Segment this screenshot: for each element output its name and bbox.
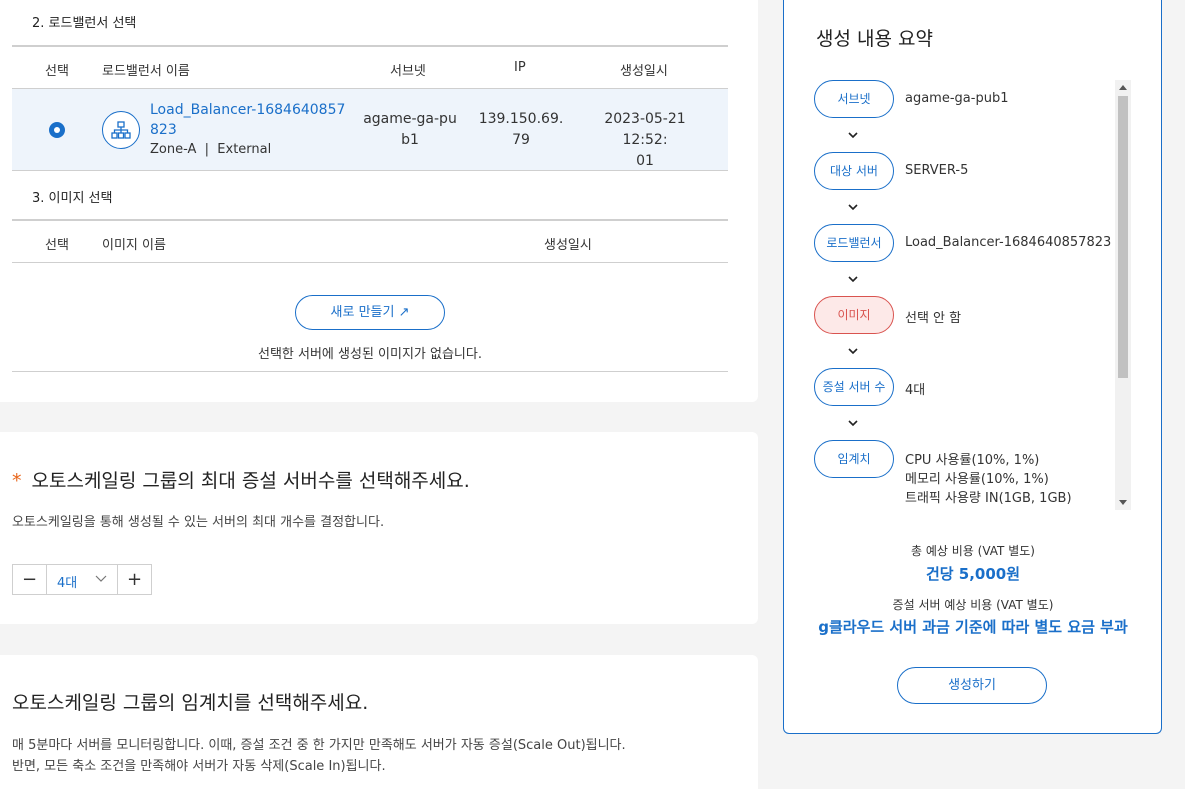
threshold-panel: 오토스케일링 그룹의 임계치를 선택해주세요. 매 5분마다 서버를 모니터링합… — [0, 655, 758, 789]
summary-list: 서브넷 agame-ga-pub1 대상 서버 SERVER-5 로드밸런서 L… — [814, 80, 1131, 510]
threshold-title: 오토스케일링 그룹의 임계치를 선택해주세요. — [12, 692, 369, 714]
header-image-name: 이미지 이름 — [102, 238, 166, 253]
summary-label-lb: 로드밸런서 — [814, 224, 894, 262]
summary-title: 생성 내용 요약 — [816, 28, 933, 50]
summary-label-subnet: 서브넷 — [814, 80, 894, 118]
image-table: 선택 이미지 이름 생성일시 — [12, 219, 728, 263]
header-select: 선택 — [45, 238, 69, 253]
scrollbar-thumb[interactable] — [1118, 96, 1128, 378]
server-count-stepper: − 4대 + — [12, 564, 152, 595]
summary-value-server: SERVER-5 — [905, 163, 969, 178]
create-image-button[interactable]: 새로 만들기 ↗ — [295, 295, 445, 330]
load-balancer-icon — [102, 111, 140, 149]
lb-zone-type: Zone-A | External — [150, 142, 272, 157]
header-created: 생성일시 — [544, 238, 592, 253]
header-ip: IP — [514, 60, 526, 75]
header-created: 생성일시 — [620, 64, 668, 79]
header-select: 선택 — [45, 64, 69, 79]
header-subnet: 서브넷 — [390, 64, 426, 79]
chevron-down-icon — [848, 132, 858, 139]
summary-label-threshold: 임계치 — [814, 440, 894, 478]
summary-value-count: 4대 — [905, 383, 926, 398]
max-server-panel: * 오토스케일링 그룹의 최대 증설 서버수를 선택해주세요. 오토스케일링을 통… — [0, 432, 758, 624]
summary-value-subnet: agame-ga-pub1 — [905, 91, 1009, 106]
section-title-load-balancer: 2. 로드밸런서 선택 — [32, 16, 137, 31]
max-server-title: * 오토스케일링 그룹의 최대 증설 서버수를 선택해주세요. — [12, 470, 470, 492]
selection-panel: 2. 로드밸런서 선택 선택 로드밸런서 이름 서브넷 IP 생성일시 Load… — [0, 0, 758, 402]
table-header: 선택 이미지 이름 생성일시 — [12, 219, 728, 263]
summary-value-lb: Load_Balancer-1684640857823 — [905, 235, 1112, 250]
summary-scrollbar[interactable] — [1115, 80, 1131, 510]
required-mark: * — [12, 470, 22, 492]
extra-cost-label: 증설 서버 예상 비용 (VAT 별도) — [892, 598, 1054, 612]
scroll-down-icon[interactable] — [1119, 500, 1127, 505]
table-header: 선택 로드밸런서 이름 서브넷 IP 생성일시 — [12, 45, 728, 89]
summary-value-threshold: CPU 사용률(10%, 1%) 메모리 사용률(10%, 1%) 트래픽 사용… — [905, 453, 1072, 506]
decrement-button[interactable]: − — [13, 565, 47, 594]
increment-button[interactable]: + — [117, 565, 151, 594]
threshold-description: 매 5분마다 서버를 모니터링합니다. 이때, 증설 조건 중 한 가지만 만족… — [12, 738, 626, 774]
created-cell: 2023-05-21 12:52: 01 — [604, 111, 686, 169]
divider — [12, 371, 728, 372]
create-button[interactable]: 생성하기 — [897, 667, 1047, 704]
empty-image-message: 선택한 서버에 생성된 이미지가 없습니다. — [258, 347, 482, 362]
section-title-image: 3. 이미지 선택 — [32, 191, 113, 206]
select-radio[interactable] — [49, 122, 65, 138]
server-count-select[interactable]: 4대 — [57, 572, 77, 591]
summary-value-image: 선택 안 함 — [905, 311, 962, 326]
chevron-down-icon — [848, 348, 858, 355]
extra-cost-value: g클라우드 서버 과금 기준에 따라 별도 요금 부과 — [818, 618, 1128, 636]
ip-cell: 139.150.69. 79 — [478, 111, 564, 148]
chevron-down-icon — [848, 420, 858, 427]
lb-name-link[interactable]: Load_Balancer-1684640857 823 — [150, 100, 350, 140]
header-lb-name: 로드밸런서 이름 — [102, 64, 190, 79]
summary-label-image: 이미지 — [814, 296, 894, 334]
chevron-down-icon — [848, 204, 858, 211]
load-balancer-table: 선택 로드밸런서 이름 서브넷 IP 생성일시 Load_Balancer-16… — [12, 45, 728, 171]
summary-panel: 생성 내용 요약 서브넷 agame-ga-pub1 대상 서버 SERVER-… — [783, 0, 1162, 734]
chevron-down-icon[interactable] — [95, 574, 107, 584]
chevron-down-icon — [848, 276, 858, 283]
max-server-description: 오토스케일링을 통해 생성될 수 있는 서버의 최대 개수를 결정합니다. — [12, 515, 385, 530]
summary-label-server: 대상 서버 — [814, 152, 894, 190]
total-cost-label: 총 예상 비용 (VAT 별도) — [911, 544, 1035, 558]
total-cost-value: 건당 5,000원 — [925, 565, 1021, 583]
summary-label-count: 증설 서버 수 — [814, 368, 894, 406]
scroll-up-icon[interactable] — [1119, 85, 1127, 90]
table-row[interactable]: Load_Balancer-1684640857 823 Zone-A | Ex… — [12, 89, 728, 171]
subnet-cell: agame-ga-pu b1 — [363, 111, 457, 148]
